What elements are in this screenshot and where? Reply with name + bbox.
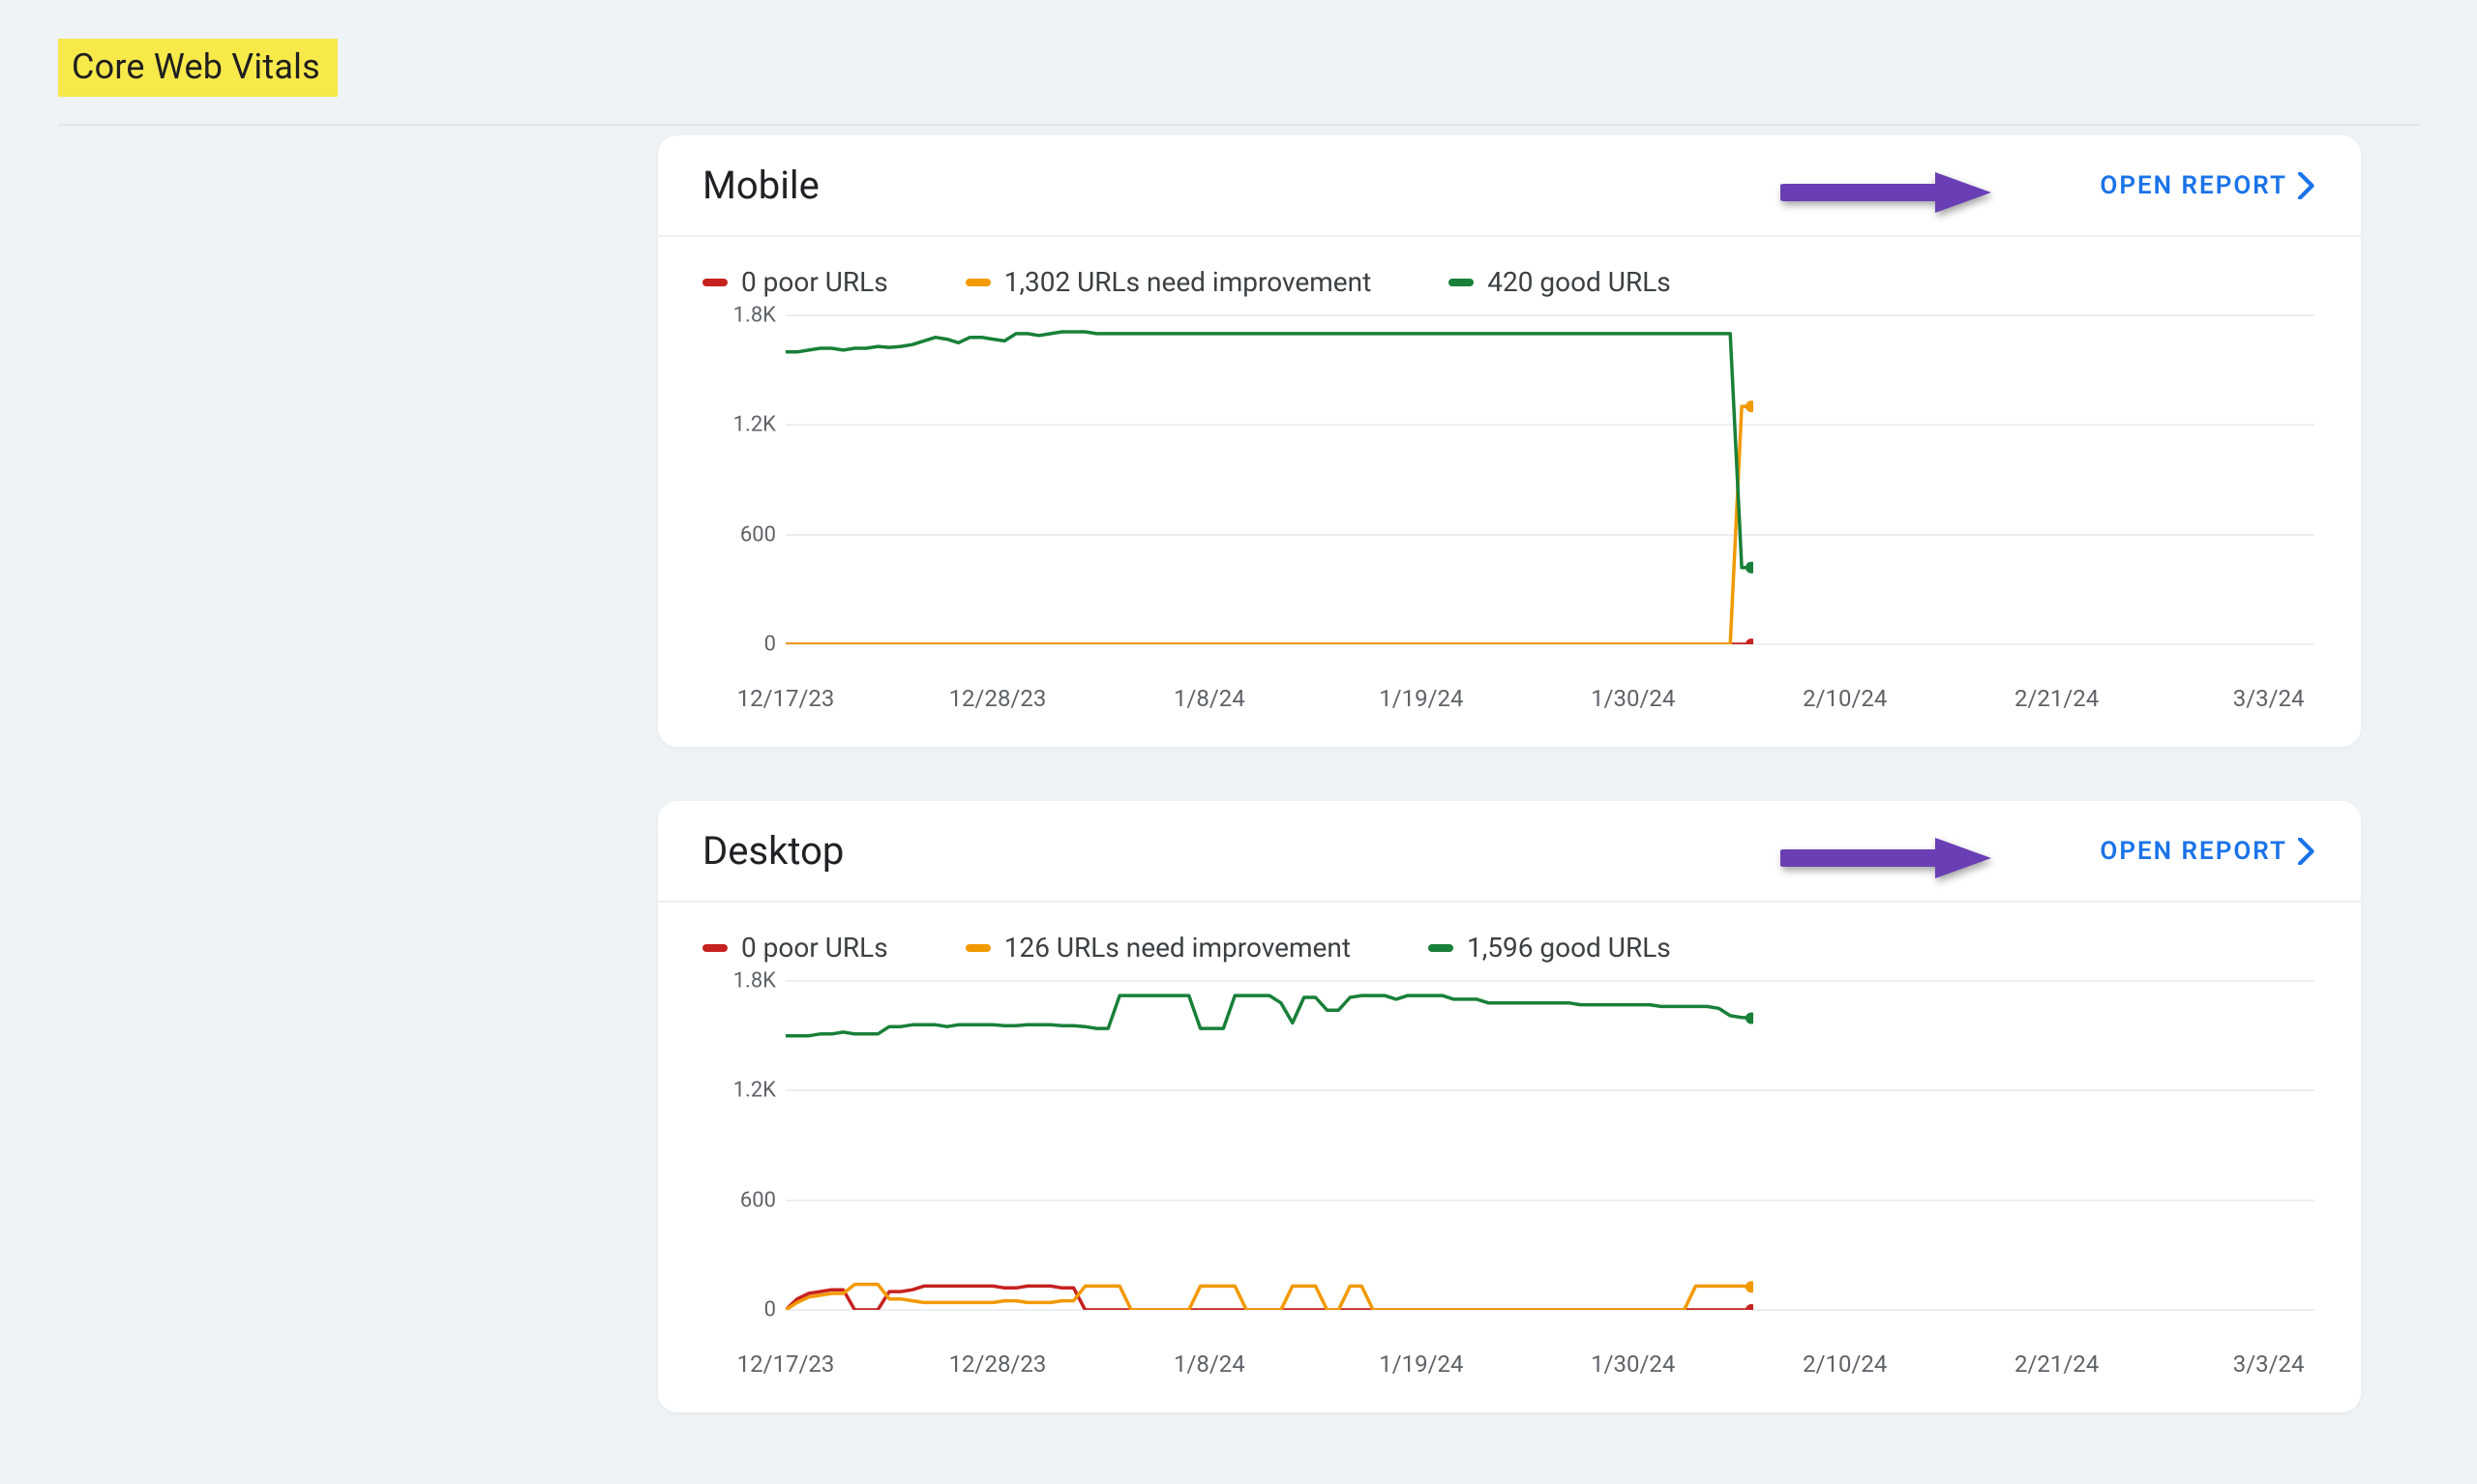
x-tick-label: 1/8/24: [1174, 685, 1245, 712]
card-mobile: Mobile OPEN REPORT 0 poor URLs: [658, 135, 2361, 747]
y-tick-label: 1.2K: [701, 413, 776, 437]
x-tick-label: 1/30/24: [1591, 685, 1675, 712]
y-axis: 06001.2K1.8K: [701, 315, 782, 664]
legend-swatch-good: [1448, 279, 1474, 286]
legend-label-need: 126 URLs need improvement: [1004, 932, 1351, 964]
y-tick-label: 1.2K: [701, 1079, 776, 1103]
legend-label-good: 420 good URLs: [1487, 266, 1671, 298]
page-title: Core Web Vitals: [58, 39, 338, 97]
x-tick-label: 1/19/24: [1379, 685, 1463, 712]
y-tick-label: 1.8K: [701, 969, 776, 994]
card-title-mobile: Mobile: [702, 163, 820, 208]
legend-item-good[interactable]: 1,596 good URLs: [1428, 932, 1671, 964]
y-tick-label: 600: [701, 1188, 776, 1212]
y-axis: 06001.2K1.8K: [701, 981, 782, 1329]
title-row: Core Web Vitals: [58, 39, 2419, 126]
card-desktop: Desktop OPEN REPORT 0 poor URLs: [658, 801, 2361, 1412]
x-tick-label: 12/28/23: [949, 1350, 1047, 1378]
chart-series: [786, 981, 1753, 1310]
x-tick-label: 2/21/24: [2014, 685, 2099, 712]
chart-series: [786, 315, 1753, 644]
card-header: Desktop OPEN REPORT: [658, 801, 2361, 903]
legend-label-good: 1,596 good URLs: [1467, 932, 1671, 964]
legend-swatch-good: [1428, 944, 1453, 952]
cards-container: Mobile OPEN REPORT 0 poor URLs: [658, 135, 2361, 1412]
chart-legend: 0 poor URLs 126 URLs need improvement 1,…: [658, 903, 2361, 971]
legend-item-poor[interactable]: 0 poor URLs: [702, 932, 888, 964]
legend-label-need: 1,302 URLs need improvement: [1004, 266, 1372, 298]
y-tick-label: 600: [701, 522, 776, 547]
x-tick-label: 12/17/23: [737, 1350, 835, 1378]
legend-item-good[interactable]: 420 good URLs: [1448, 266, 1671, 298]
open-report-label: OPEN REPORT: [2100, 837, 2287, 866]
x-tick-label: 3/3/24: [2233, 1350, 2305, 1378]
legend-swatch-poor: [702, 279, 728, 286]
x-tick-label: 12/17/23: [737, 685, 835, 712]
open-report-label: OPEN REPORT: [2100, 171, 2287, 200]
x-tick-label: 2/10/24: [1803, 1350, 1887, 1378]
chart-desktop: 06001.2K1.8K 12/17/2312/28/231/8/241/19/…: [716, 981, 2326, 1378]
x-tick-label: 3/3/24: [2233, 685, 2305, 712]
chevron-right-icon: [2297, 838, 2316, 865]
legend-swatch-need: [966, 944, 991, 952]
y-tick-label: 0: [701, 633, 776, 657]
open-report-button[interactable]: OPEN REPORT: [2100, 837, 2316, 866]
chevron-right-icon: [2297, 172, 2316, 199]
x-tick-label: 1/8/24: [1174, 1350, 1245, 1378]
legend-swatch-need: [966, 279, 991, 286]
card-header: Mobile OPEN REPORT: [658, 135, 2361, 237]
x-tick-label: 1/19/24: [1379, 1350, 1463, 1378]
chart-mobile: 06001.2K1.8K 12/17/2312/28/231/8/241/19/…: [716, 315, 2326, 712]
legend-item-need[interactable]: 1,302 URLs need improvement: [966, 266, 1372, 298]
legend-item-poor[interactable]: 0 poor URLs: [702, 266, 888, 298]
y-tick-label: 0: [701, 1298, 776, 1322]
x-axis: 12/17/2312/28/231/8/241/19/241/30/242/10…: [786, 1339, 2314, 1378]
legend-item-need[interactable]: 126 URLs need improvement: [966, 932, 1351, 964]
card-title-desktop: Desktop: [702, 828, 844, 874]
x-tick-label: 2/21/24: [2014, 1350, 2099, 1378]
x-tick-label: 12/28/23: [949, 685, 1047, 712]
x-tick-label: 2/10/24: [1803, 685, 1887, 712]
legend-label-poor: 0 poor URLs: [741, 932, 888, 964]
page-root: Core Web Vitals Mobile OPEN REPORT: [0, 0, 2477, 1484]
open-report-button[interactable]: OPEN REPORT: [2100, 171, 2316, 200]
x-tick-label: 1/30/24: [1591, 1350, 1675, 1378]
chart-legend: 0 poor URLs 1,302 URLs need improvement …: [658, 237, 2361, 306]
legend-swatch-poor: [702, 944, 728, 952]
y-tick-label: 1.8K: [701, 304, 776, 328]
x-axis: 12/17/2312/28/231/8/241/19/241/30/242/10…: [786, 673, 2314, 712]
legend-label-poor: 0 poor URLs: [741, 266, 888, 298]
